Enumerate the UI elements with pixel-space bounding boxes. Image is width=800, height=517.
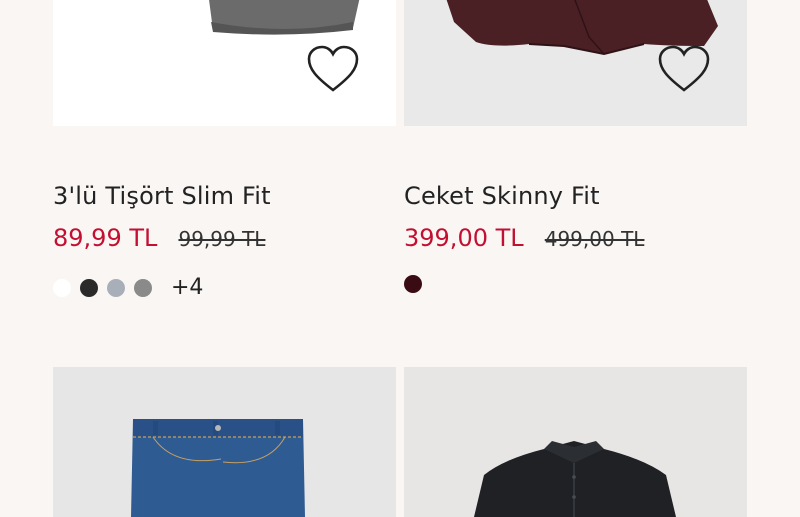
heart-icon (658, 45, 710, 92)
product-card[interactable] (53, 367, 396, 517)
product-card[interactable] (404, 367, 747, 517)
product-card[interactable]: Ceket Skinny Fit 399,00 TL 499,00 TL (404, 0, 747, 293)
jeans-image (131, 419, 305, 517)
product-title[interactable]: Ceket Skinny Fit (404, 182, 600, 210)
wishlist-button[interactable] (306, 42, 360, 96)
original-price: 99,99 TL (178, 227, 266, 251)
price-row: 89,99 TL 99,99 TL (53, 224, 265, 252)
more-colors-count[interactable]: +4 (171, 275, 203, 300)
product-card[interactable]: 3'lü Tişört Slim Fit 89,99 TL 99,99 TL +… (53, 0, 396, 300)
color-swatches (404, 275, 431, 293)
color-swatch-white[interactable] (53, 278, 71, 297)
product-image[interactable] (404, 0, 747, 126)
wishlist-button[interactable] (657, 42, 711, 96)
shirt-image (474, 441, 676, 517)
color-swatch-burgundy[interactable] (404, 275, 422, 293)
sale-price: 89,99 TL (53, 224, 158, 252)
color-swatch-black[interactable] (80, 278, 98, 297)
product-image[interactable] (53, 0, 396, 126)
price-row: 399,00 TL 499,00 TL (404, 224, 644, 252)
heart-icon (307, 45, 359, 92)
original-price: 499,00 TL (544, 227, 645, 251)
color-swatch-light-blue-grey[interactable] (107, 278, 125, 297)
color-swatch-grey[interactable] (134, 278, 152, 297)
sale-price: 399,00 TL (404, 224, 524, 252)
color-swatches: +4 (53, 275, 203, 300)
product-title[interactable]: 3'lü Tişört Slim Fit (53, 182, 271, 210)
